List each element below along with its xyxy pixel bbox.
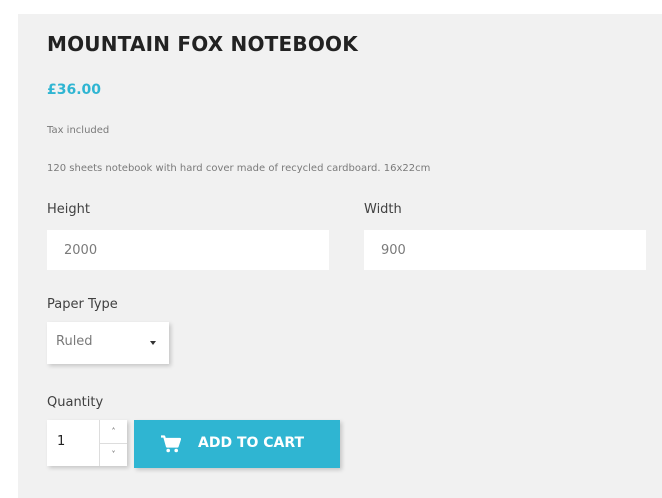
width-label: Width — [364, 202, 402, 217]
product-price: £36.00 — [47, 82, 102, 98]
tax-note: Tax included — [47, 125, 110, 136]
paper-type-label: Paper Type — [47, 297, 118, 312]
height-input[interactable] — [47, 230, 329, 270]
quantity-value[interactable]: 1 — [57, 434, 65, 449]
chevron-down-icon: ˅ — [111, 450, 116, 459]
height-label: Height — [47, 202, 90, 217]
add-to-cart-label: ADD TO CART — [198, 435, 305, 451]
quantity-stepper[interactable]: 1 ˄ ˅ — [47, 420, 127, 466]
product-panel: MOUNTAIN FOX NOTEBOOK £36.00 Tax include… — [18, 14, 662, 498]
quantity-spinner: ˄ ˅ — [99, 420, 127, 466]
quantity-increment-button[interactable]: ˄ — [100, 420, 127, 444]
quantity-decrement-button[interactable]: ˅ — [100, 443, 127, 466]
add-to-cart-button[interactable]: ADD TO CART — [134, 420, 340, 468]
quantity-label: Quantity — [47, 395, 104, 410]
paper-type-select[interactable]: Ruled — [47, 322, 169, 364]
product-description: 120 sheets notebook with hard cover made… — [47, 163, 431, 174]
paper-type-selected-value: Ruled — [56, 334, 93, 349]
product-title: MOUNTAIN FOX NOTEBOOK — [47, 32, 358, 56]
width-input[interactable] — [364, 230, 646, 270]
chevron-up-icon: ˄ — [111, 427, 116, 436]
shopping-cart-icon — [161, 435, 181, 453]
caret-down-icon — [150, 341, 156, 345]
